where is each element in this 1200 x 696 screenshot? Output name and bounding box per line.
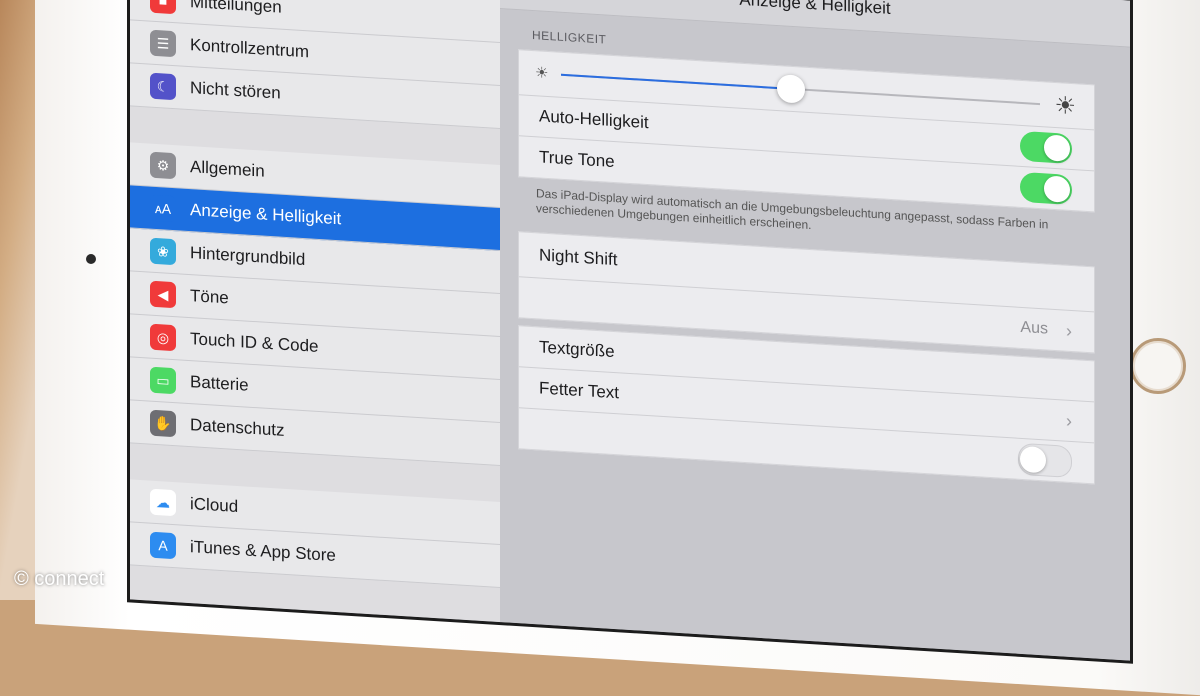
sun-large-icon: ☀ xyxy=(1054,91,1076,121)
sidebar-item-label: iTunes & App Store xyxy=(190,537,336,566)
chevron-right-icon: › xyxy=(1066,410,1072,431)
bold-text-toggle[interactable] xyxy=(1018,442,1072,479)
cloud-icon: ☁ xyxy=(150,488,176,517)
sidebar-item-label: Allgemein xyxy=(190,157,265,181)
sidebar-item-label: Kontrollzentrum xyxy=(190,35,310,62)
sidebar-item-label: Mitteilungen xyxy=(190,0,282,17)
moon-icon: ☾ xyxy=(150,72,176,101)
wallpaper-icon: ❀ xyxy=(150,237,176,266)
text-size-label: Textgröße xyxy=(539,337,615,362)
watermark: © connect xyxy=(14,568,105,590)
brightness-slider-knob[interactable] xyxy=(776,73,805,104)
home-button[interactable] xyxy=(1130,338,1186,394)
chevron-right-icon: › xyxy=(1066,320,1072,341)
hand-icon: ✋ xyxy=(150,409,176,438)
battery-icon: ▭ xyxy=(150,366,176,395)
display-settings-pane: Anzeige & Helligkeit HELLIGKEIT ☀ ☀ Auto… xyxy=(500,0,1130,661)
night-shift-label: Night Shift xyxy=(539,245,618,270)
sun-small-icon: ☀ xyxy=(535,64,549,83)
gear-icon: ⚙ xyxy=(150,151,176,180)
auto-brightness-toggle[interactable] xyxy=(1020,130,1072,165)
auto-brightness-label: Auto-Helligkeit xyxy=(539,106,649,133)
text-size-icon: ᴀA xyxy=(150,194,176,223)
night-shift-value: Aus xyxy=(1020,318,1048,338)
control-center-icon: ☰ xyxy=(150,29,176,58)
notifications-icon: ■ xyxy=(150,0,176,15)
front-camera xyxy=(86,254,96,264)
brightness-section-header: HELLIGKEIT xyxy=(532,28,607,47)
bold-text-label: Fetter Text xyxy=(539,378,619,403)
sidebar-item-label: Töne xyxy=(190,286,229,308)
settings-sidebar: ■ Mitteilungen ☰ Kontrollzentrum ☾ Nicht… xyxy=(130,0,501,623)
sidebar-item-label: iCloud xyxy=(190,494,239,517)
fingerprint-icon: ◎ xyxy=(150,323,176,352)
text-card: Textgröße Fetter Text › xyxy=(518,325,1095,485)
sidebar-group-1: ■ Mitteilungen ☰ Kontrollzentrum ☾ Nicht… xyxy=(130,0,500,130)
speaker-icon: ◀ xyxy=(150,280,176,309)
toggle-knob xyxy=(1020,445,1046,474)
brightness-card: ☀ ☀ Auto-Helligkeit True Tone xyxy=(518,49,1095,213)
sidebar-item-label: Datenschutz xyxy=(190,415,285,440)
true-tone-label: True Tone xyxy=(539,147,615,172)
toggle-knob xyxy=(1044,175,1070,203)
sidebar-item-label: Anzeige & Helligkeit xyxy=(190,200,342,229)
brightness-slider[interactable] xyxy=(561,73,1040,106)
sidebar-item-label: Touch ID & Code xyxy=(190,329,319,356)
sidebar-item-label: Batterie xyxy=(190,372,249,395)
brightness-slider-fill xyxy=(561,73,791,90)
toggle-knob xyxy=(1044,134,1070,162)
sidebar-item-label: Nicht stören xyxy=(190,78,281,103)
ipad-screen: ■ Mitteilungen ☰ Kontrollzentrum ☾ Nicht… xyxy=(130,0,1130,661)
sidebar-group-2: ⚙ Allgemein ᴀA Anzeige & Helligkeit ❀ Hi… xyxy=(130,142,500,467)
sidebar-item-label: Hintergrundbild xyxy=(190,243,306,270)
app-store-icon: A xyxy=(150,531,176,560)
true-tone-toggle[interactable] xyxy=(1020,171,1072,206)
